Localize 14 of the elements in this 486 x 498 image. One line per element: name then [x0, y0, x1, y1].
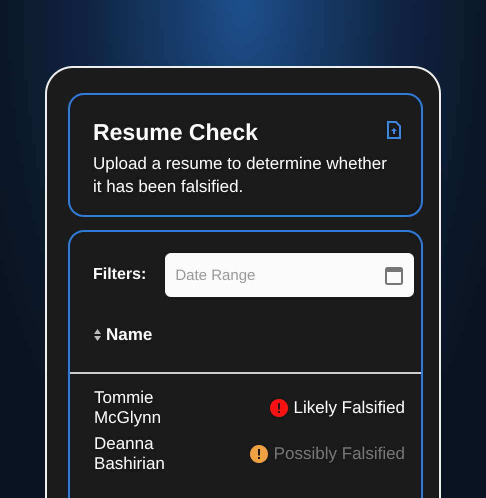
status-text: Likely Falsified — [294, 398, 405, 418]
sort-icon[interactable] — [94, 328, 101, 340]
card-title: Resume Check — [93, 119, 258, 146]
date-range-field[interactable]: Date Range — [165, 253, 414, 297]
card-description: Upload a resume to determine whether it has been falsified. — [93, 153, 388, 198]
upload-file-icon[interactable] — [387, 121, 401, 139]
name-cell-text: Deanna Bashirian — [94, 434, 166, 474]
name-cell-text: Tommie McGlynn — [94, 388, 162, 428]
exclamation-icon — [270, 399, 288, 417]
column-header[interactable]: Name — [106, 324, 152, 344]
status-text: Possibly Falsified — [274, 444, 405, 464]
filters-label: Filters: — [93, 266, 146, 284]
calendar-icon[interactable] — [385, 266, 404, 285]
exclamation-icon — [250, 445, 268, 463]
